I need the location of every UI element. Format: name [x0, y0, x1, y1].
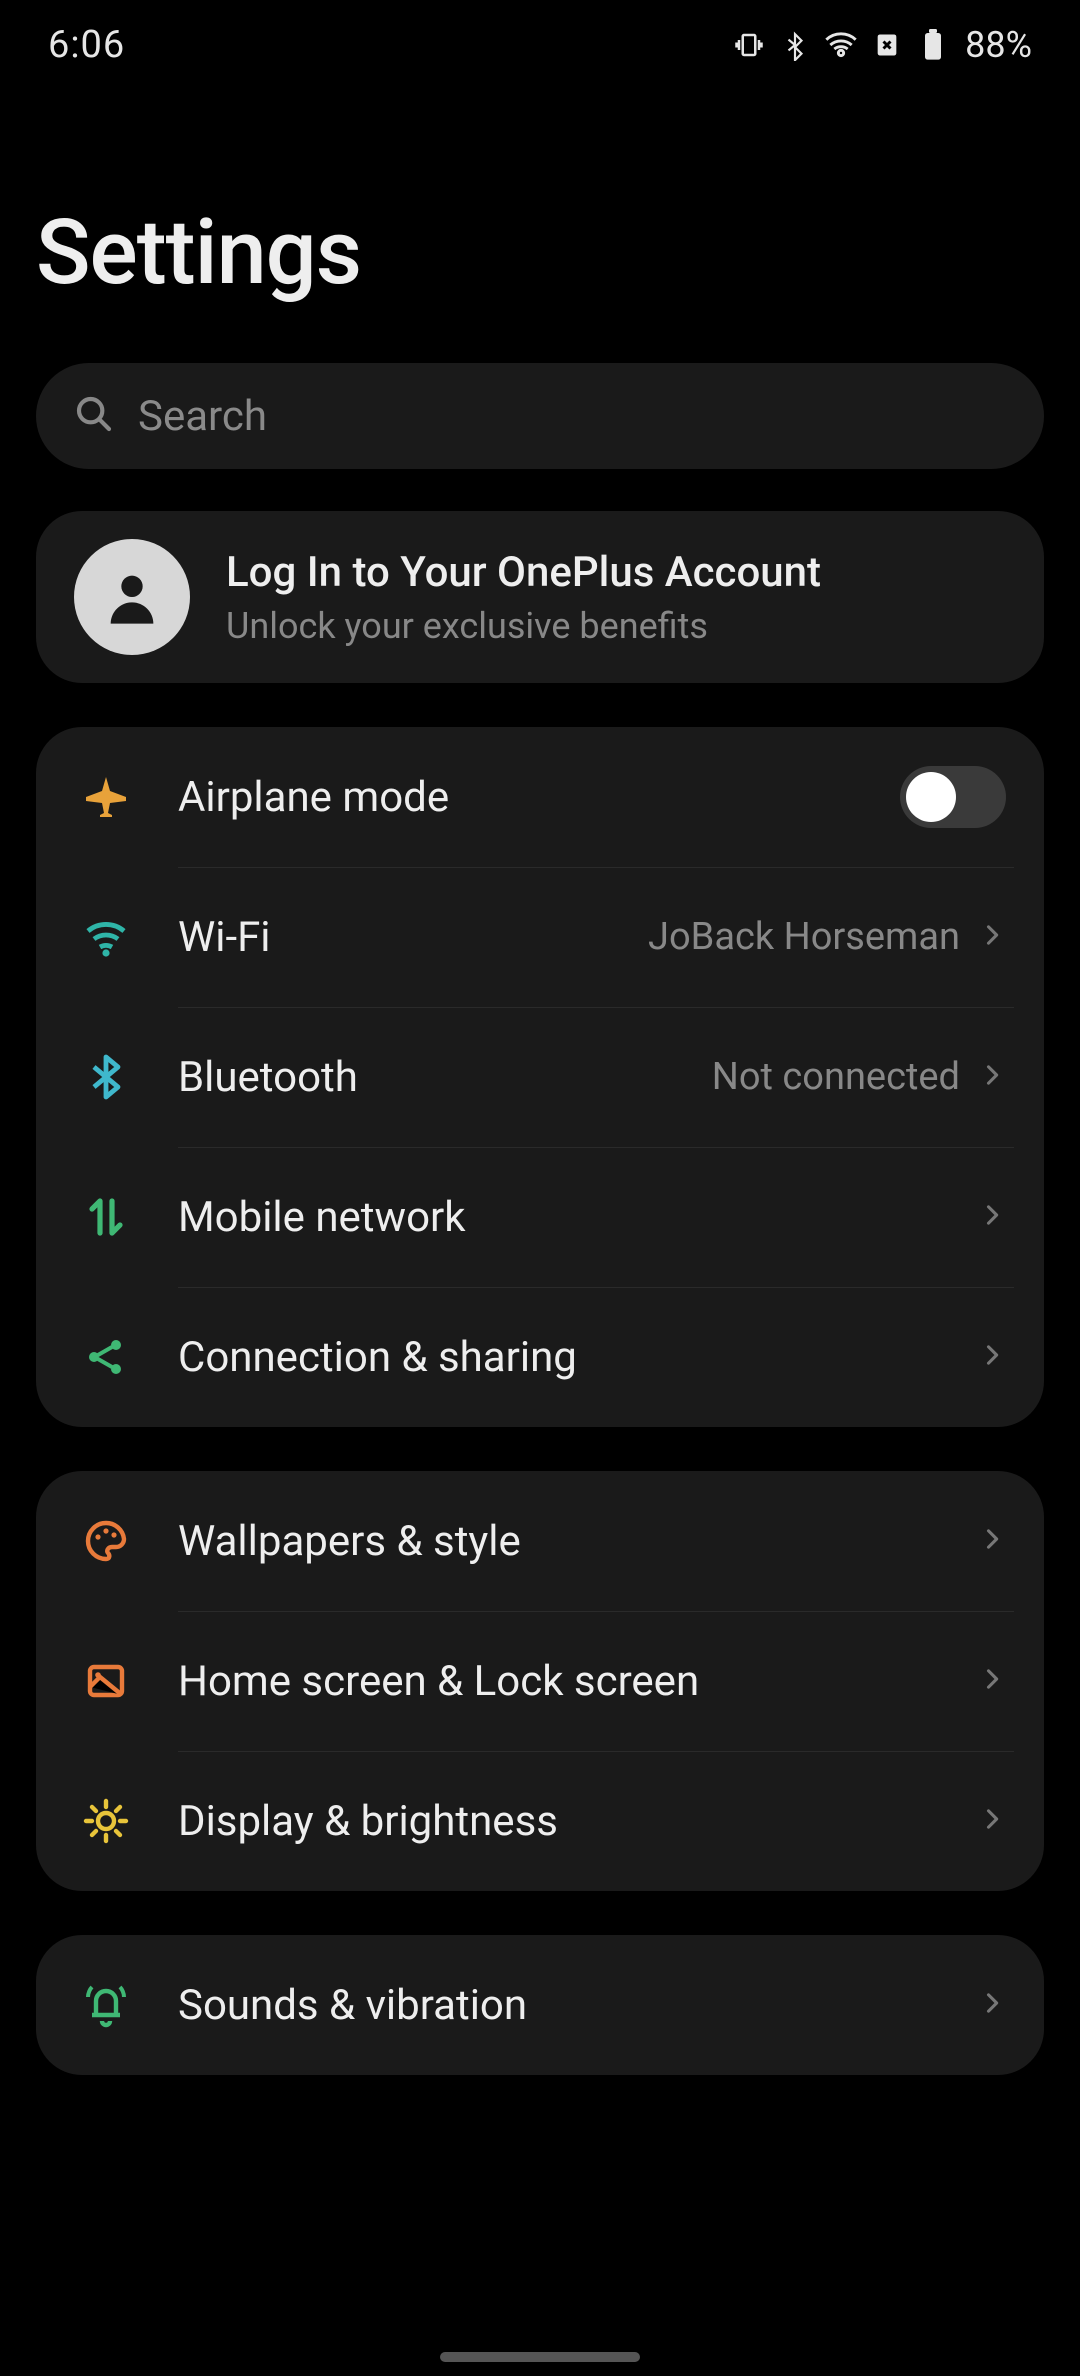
- settings-group: Airplane modeWi-FiJoBack HorsemanBluetoo…: [36, 727, 1044, 1427]
- row-label: Bluetooth: [178, 1053, 712, 1102]
- brightness-icon: [64, 1797, 148, 1845]
- settings-group: Sounds & vibration: [36, 1935, 1044, 2075]
- settings-row-connection[interactable]: Connection & sharing: [36, 1287, 1044, 1427]
- battery-icon: [917, 29, 949, 61]
- bell-icon: [64, 1981, 148, 2029]
- chevron-right-icon: [978, 1805, 1006, 1837]
- battery-percent: 88%: [965, 24, 1032, 66]
- settings-row-wifi[interactable]: Wi-FiJoBack Horseman: [36, 867, 1044, 1007]
- avatar-icon: [74, 539, 190, 655]
- row-label: Airplane mode: [178, 773, 900, 822]
- chevron-right-icon: [978, 1525, 1006, 1557]
- row-value: JoBack Horseman: [648, 915, 960, 959]
- vibrate-icon: [733, 29, 765, 61]
- home-lock-icon: [64, 1657, 148, 1705]
- search-input[interactable]: Search: [36, 363, 1044, 469]
- row-value: Not connected: [712, 1055, 960, 1099]
- account-subtitle: Unlock your exclusive benefits: [226, 605, 821, 647]
- chevron-right-icon: [978, 1341, 1006, 1373]
- sim-error-icon: [871, 29, 903, 61]
- row-label: Mobile network: [178, 1193, 978, 1242]
- settings-row-wallpapers[interactable]: Wallpapers & style: [36, 1471, 1044, 1611]
- palette-icon: [64, 1517, 148, 1565]
- chevron-right-icon: [978, 1201, 1006, 1233]
- search-placeholder: Search: [138, 392, 267, 441]
- status-icons: 88%: [733, 24, 1032, 66]
- settings-row-display[interactable]: Display & brightness: [36, 1751, 1044, 1891]
- settings-row-sounds[interactable]: Sounds & vibration: [36, 1935, 1044, 2075]
- bluetooth-icon: [64, 1053, 148, 1101]
- airplane-icon: [64, 773, 148, 821]
- account-login-card[interactable]: Log In to Your OnePlus Account Unlock yo…: [36, 511, 1044, 683]
- chevron-right-icon: [978, 1989, 1006, 2021]
- row-label: Connection & sharing: [178, 1333, 978, 1382]
- settings-row-mobile[interactable]: Mobile network: [36, 1147, 1044, 1287]
- chevron-right-icon: [978, 921, 1006, 953]
- search-icon: [74, 394, 114, 438]
- toggle-switch[interactable]: [900, 766, 1006, 828]
- bluetooth-status-icon: [779, 29, 811, 61]
- home-indicator[interactable]: [440, 2352, 640, 2362]
- share-icon: [64, 1333, 148, 1381]
- settings-row-bluetooth[interactable]: BluetoothNot connected: [36, 1007, 1044, 1147]
- wifi-status-icon: [825, 29, 857, 61]
- row-label: Wi-Fi: [178, 913, 648, 962]
- status-time: 6:06: [48, 23, 125, 67]
- status-bar: 6:06 88%: [0, 0, 1080, 80]
- page-title: Settings: [0, 80, 1080, 345]
- chevron-right-icon: [978, 1061, 1006, 1093]
- row-label: Display & brightness: [178, 1797, 978, 1846]
- row-label: Home screen & Lock screen: [178, 1657, 978, 1706]
- chevron-right-icon: [978, 1665, 1006, 1697]
- row-label: Sounds & vibration: [178, 1981, 978, 2030]
- settings-row-homescreen[interactable]: Home screen & Lock screen: [36, 1611, 1044, 1751]
- wifi-icon: [64, 913, 148, 961]
- row-label: Wallpapers & style: [178, 1517, 978, 1566]
- account-title: Log In to Your OnePlus Account: [226, 548, 821, 597]
- settings-row-airplane[interactable]: Airplane mode: [36, 727, 1044, 867]
- mobile-data-icon: [64, 1193, 148, 1241]
- settings-group: Wallpapers & style Home screen & Lock scr…: [36, 1471, 1044, 1891]
